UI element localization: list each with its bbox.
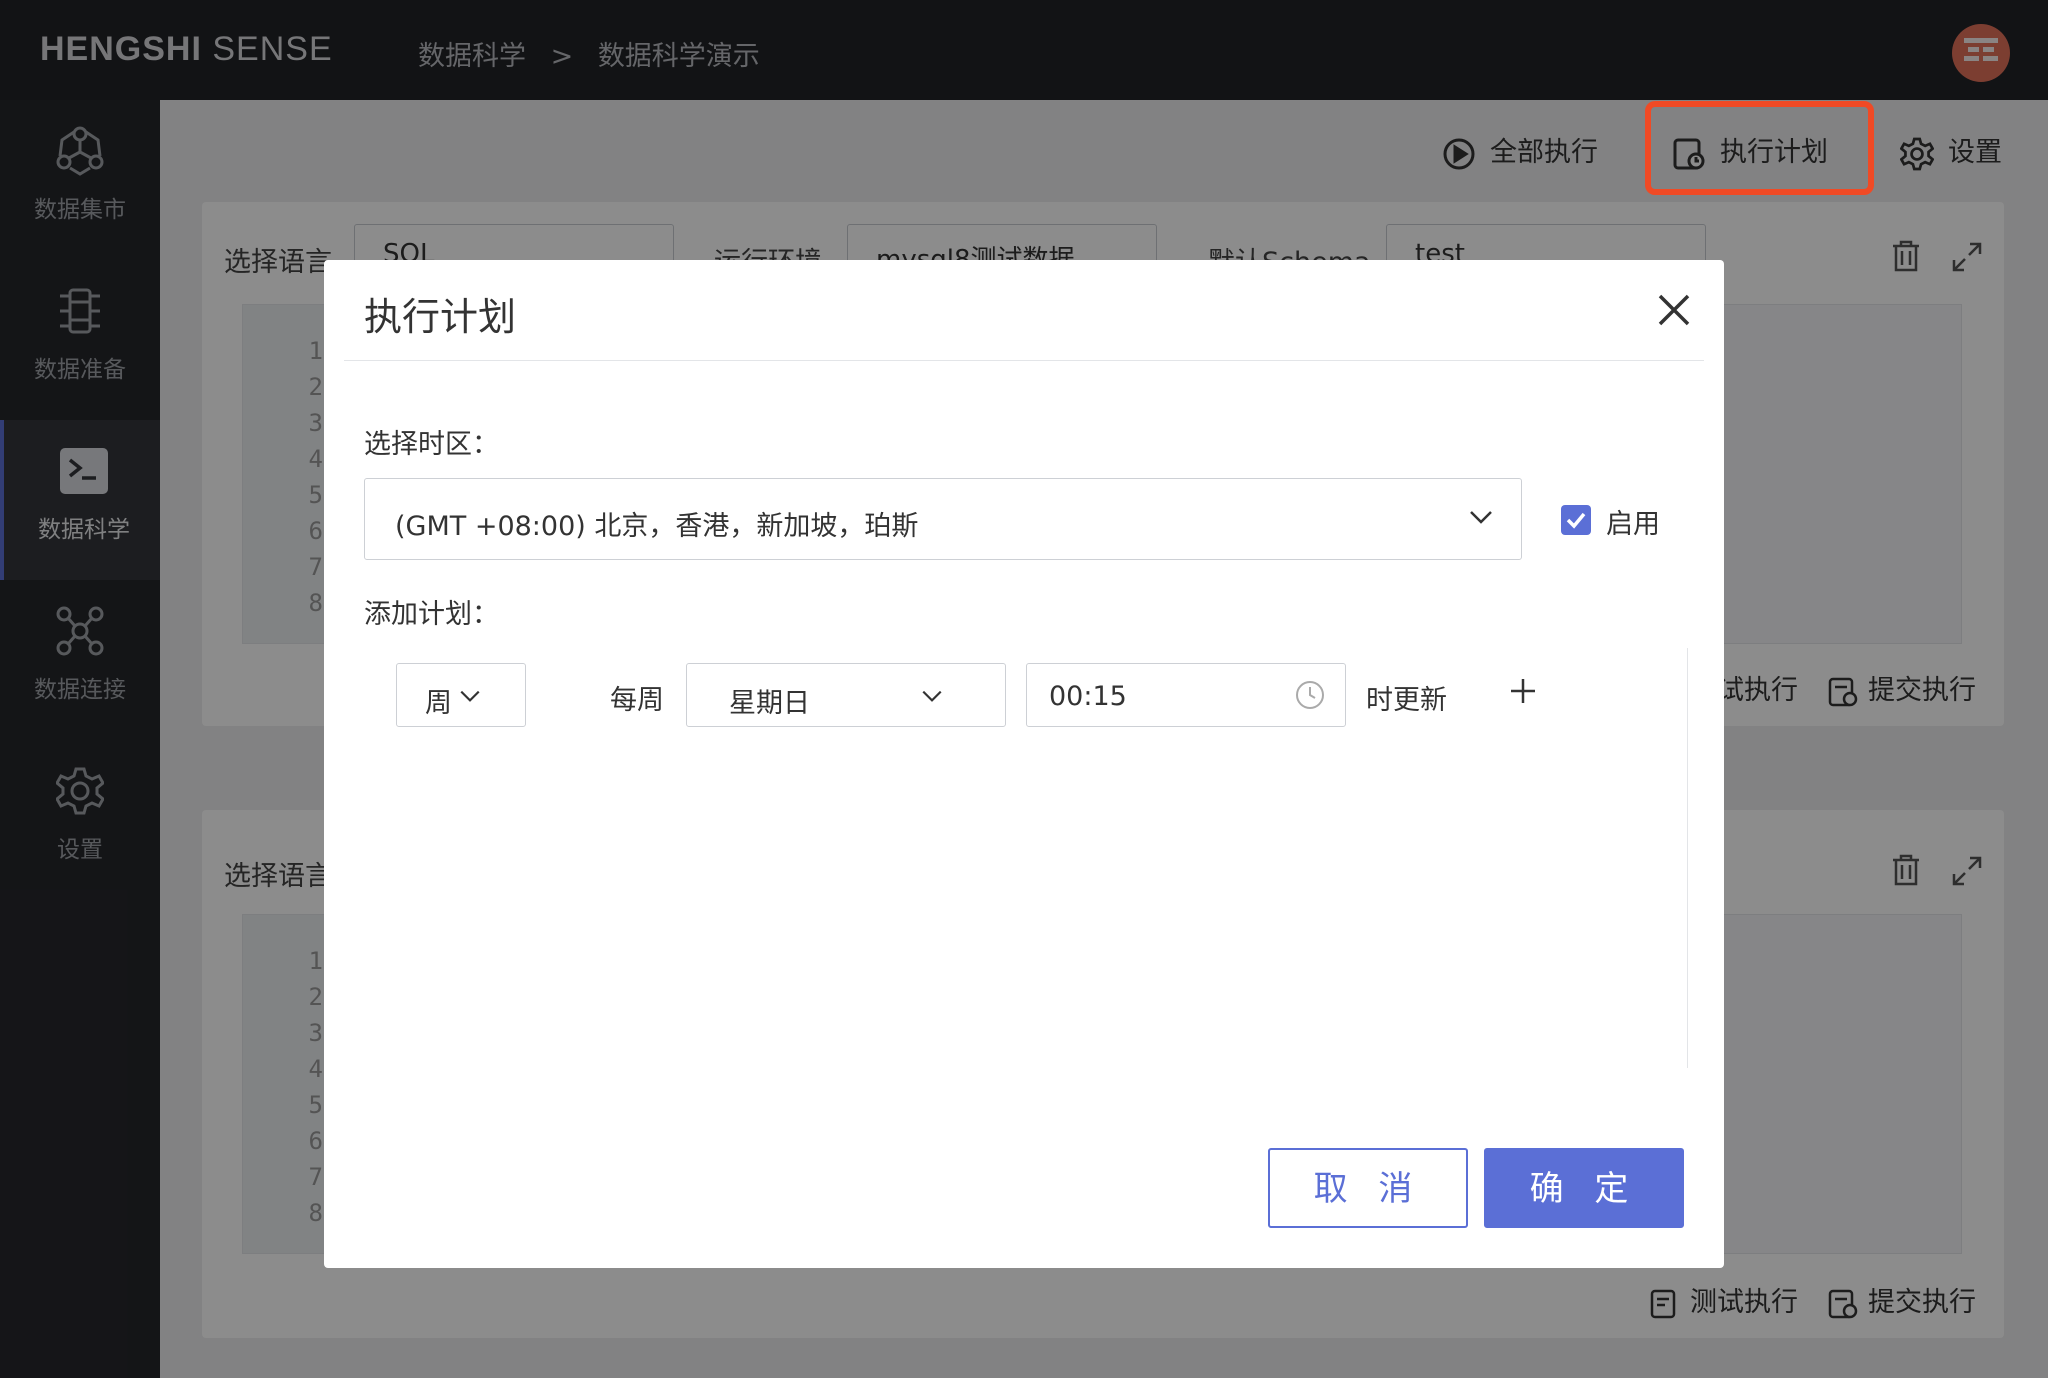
add-plan-label: 添加计划：: [364, 599, 499, 630]
chevron-down-icon: [1470, 511, 1492, 524]
time-value: 00:15: [1049, 681, 1127, 712]
schedule-button-highlight: [1645, 101, 1874, 195]
enable-label: 启用: [1606, 509, 1660, 540]
frequency-value: 周: [425, 688, 452, 719]
clock-icon: [1296, 681, 1324, 709]
timezone-value: (GMT +08:00) 北京，香港，新加坡，珀斯: [395, 511, 919, 542]
time-input[interactable]: 00:15: [1026, 663, 1346, 727]
plus-icon[interactable]: [1508, 676, 1538, 706]
frequency-select[interactable]: 周: [396, 663, 526, 727]
weekday-select[interactable]: 星期日: [686, 663, 1006, 727]
every-week-label: 每周: [610, 685, 664, 716]
divider: [344, 360, 1704, 361]
dialog-title: 执行计划: [364, 295, 517, 339]
schedule-dialog: 执行计划 选择时区： (GMT +08:00) 北京，香港，新加坡，珀斯 启用 …: [324, 260, 1724, 1268]
close-icon[interactable]: [1654, 290, 1694, 330]
timezone-label: 选择时区：: [364, 429, 499, 460]
chevron-down-icon: [460, 690, 480, 702]
checkmark-icon: [1566, 512, 1586, 529]
timezone-select[interactable]: (GMT +08:00) 北京，香港，新加坡，珀斯: [364, 478, 1522, 560]
cancel-button[interactable]: 取 消: [1268, 1148, 1468, 1228]
update-suffix-label: 时更新: [1366, 685, 1447, 716]
weekday-value: 星期日: [729, 688, 810, 719]
enable-checkbox[interactable]: [1561, 505, 1591, 535]
confirm-button[interactable]: 确 定: [1484, 1148, 1684, 1228]
chevron-down-icon: [922, 690, 942, 702]
